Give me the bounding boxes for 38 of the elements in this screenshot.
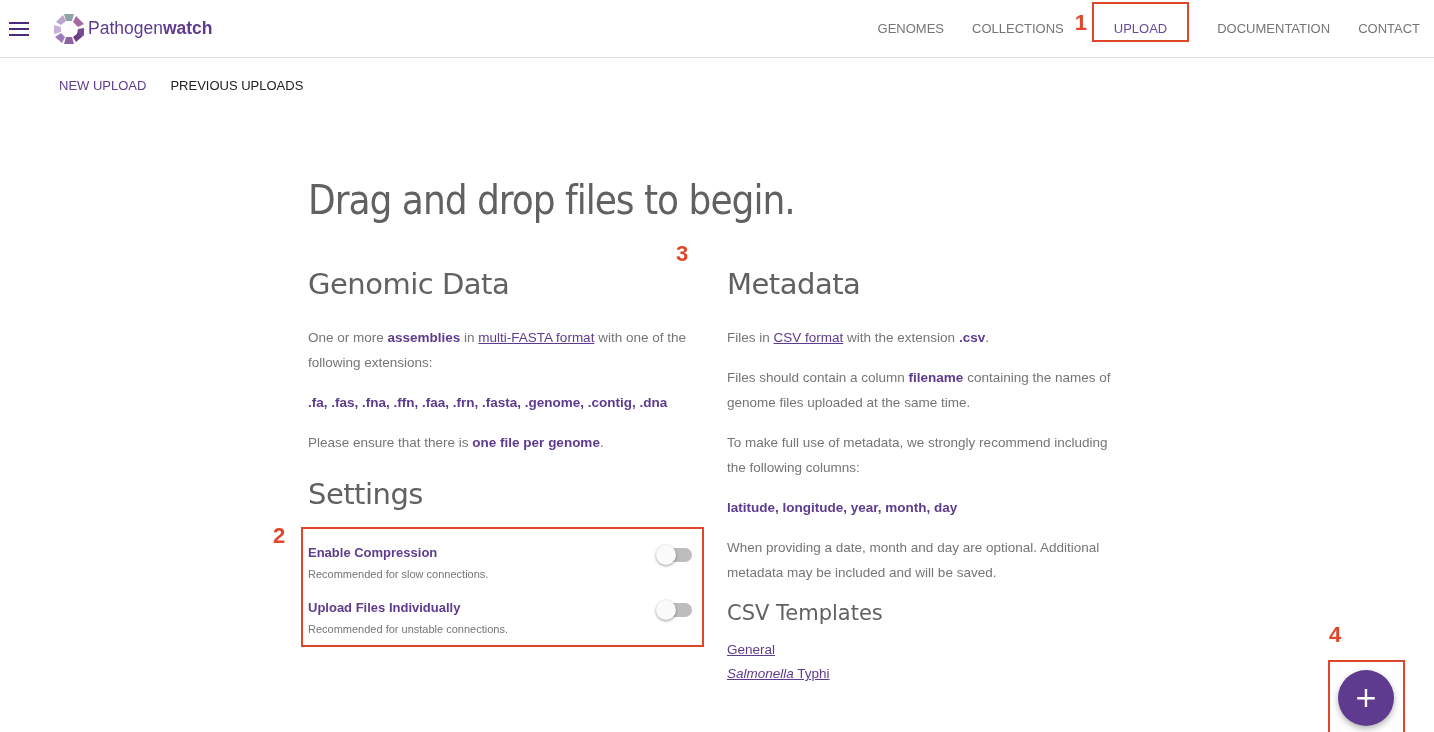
tab[interactable]: PREVIOUS UPLOADS — [170, 78, 304, 93]
nav-link[interactable]: UPLOAD — [1091, 11, 1190, 46]
callout-number: 4 — [1329, 624, 1342, 646]
toggle-switch[interactable] — [658, 548, 692, 562]
logo-icon — [52, 11, 86, 46]
callout-number: 3 — [676, 243, 689, 265]
template-link[interactable]: General — [727, 641, 776, 659]
template-link[interactable]: Salmonella Typhi — [727, 665, 830, 683]
paragraph: Please ensure that there is one file per genome. — [308, 434, 605, 452]
setting-label: Upload Files Individually — [308, 599, 462, 617]
section-heading: Genomic Data — [308, 267, 511, 301]
setting-hint: Recommended for slow connections. — [308, 568, 489, 580]
toggle-switch[interactable] — [658, 603, 692, 617]
page-title: Drag and drop files to begin. — [308, 177, 796, 223]
nav-link[interactable]: COLLECTIONS — [972, 11, 1064, 46]
add-button[interactable]: + — [1338, 670, 1394, 726]
paragraph: latitude, longitude, year, month, day — [727, 499, 959, 517]
app-name: Pathogenwatch — [88, 18, 213, 39]
nav-link[interactable]: DOCUMENTATION — [1217, 11, 1331, 46]
setting-hint: Recommended for unstable connections. — [308, 623, 508, 635]
section-heading: CSV Templates — [727, 601, 884, 625]
paragraph: Files in CSV format with the extension .csv. — [727, 329, 990, 347]
section-heading: Settings — [308, 477, 424, 511]
nav-link[interactable]: GENOMES — [877, 11, 944, 46]
callout-number: 1 — [1074, 12, 1087, 34]
menu-icon[interactable] — [9, 21, 29, 36]
paragraph: One or more assemblies in multi-FASTA format with one of the following extensions: — [308, 329, 687, 372]
tab[interactable]: NEW UPLOAD — [59, 78, 147, 93]
paragraph: Files should contain a column filename containing the names of genome files uploaded at the same time. — [727, 369, 1112, 412]
link[interactable]: multi-FASTA format — [478, 330, 595, 345]
link[interactable]: CSV format — [773, 330, 844, 345]
callout-number: 2 — [273, 525, 286, 547]
paragraph: .fa, .fas, .fna, .ffn, .faa, .frn, .fasta, .genome, .contig, .dna — [308, 394, 669, 412]
setting-label: Enable Compression — [308, 544, 439, 562]
section-heading: Metadata — [727, 267, 862, 301]
paragraph: To make full use of metadata, we strongly recommend including the following columns: — [727, 434, 1109, 477]
nav-link[interactable]: CONTACT — [1358, 11, 1420, 46]
paragraph: When providing a date, month and day are optional. Additional metadata may be included and will be saved. — [727, 539, 1101, 582]
